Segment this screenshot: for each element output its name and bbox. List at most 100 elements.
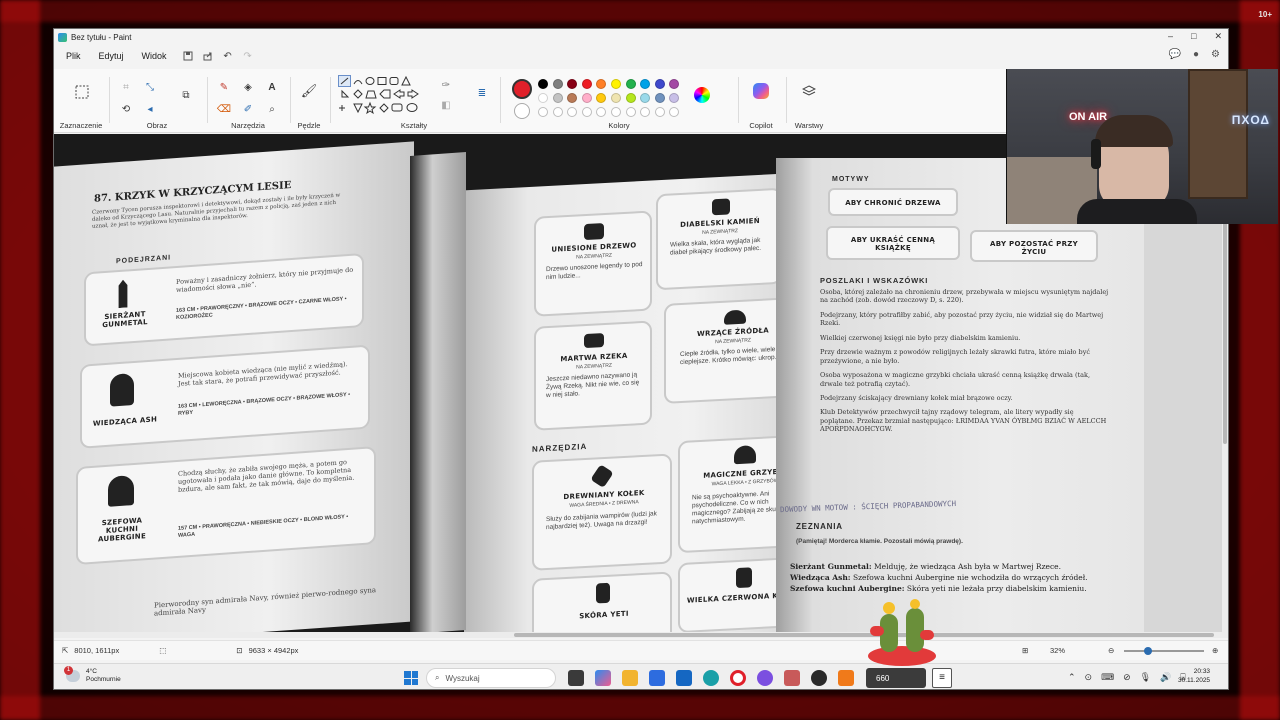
- microphone-icon[interactable]: 🎙: [1140, 672, 1151, 683]
- account-icon[interactable]: ●: [1193, 49, 1199, 60]
- tray-app-icon[interactable]: ⊙: [1085, 672, 1093, 683]
- horizontal-scroll-thumb[interactable]: [514, 633, 1214, 637]
- clue-item: Przy drzewie ważnym z powodów religijnyc…: [820, 348, 1091, 365]
- chevron-up-icon[interactable]: ⌃: [1068, 672, 1076, 683]
- canvas-photo[interactable]: 87. KRZYK W KRZYCZĄCYM LESIE Czerwony Ty…: [54, 134, 1144, 632]
- edge-icon[interactable]: [703, 670, 719, 686]
- color-swatch[interactable]: [625, 107, 636, 117]
- color-swatch[interactable]: [596, 107, 607, 117]
- start-button[interactable]: [404, 671, 418, 685]
- messenger-icon[interactable]: [757, 670, 773, 686]
- text-icon[interactable]: A: [264, 79, 280, 95]
- vertical-scroll-thumb[interactable]: [1223, 194, 1227, 444]
- opera-icon[interactable]: [730, 670, 746, 686]
- resize-icon[interactable]: ⤡: [142, 79, 158, 95]
- search-box[interactable]: ⌕ Wyszukaj: [426, 668, 556, 688]
- color-swatch[interactable]: [596, 79, 607, 89]
- color-swatch[interactable]: [611, 93, 621, 103]
- color-swatch[interactable]: [538, 93, 548, 103]
- color-swatch[interactable]: [567, 93, 578, 103]
- color-swatch[interactable]: [640, 107, 651, 117]
- layers-icon[interactable]: [801, 83, 817, 99]
- save-icon[interactable]: [181, 49, 195, 63]
- color-swatch[interactable]: [581, 79, 592, 89]
- color-swatch[interactable]: [640, 93, 651, 103]
- magnifier-icon[interactable]: ⌕: [264, 101, 280, 117]
- stream-counter-box[interactable]: 660: [866, 668, 926, 688]
- color-swatch[interactable]: [581, 107, 592, 117]
- settings-gear-icon[interactable]: ⚙: [1211, 49, 1220, 60]
- app-icon-dark[interactable]: [811, 670, 827, 686]
- pencil-icon[interactable]: ✎: [216, 79, 232, 95]
- copilot-taskbar-icon[interactable]: [595, 670, 611, 686]
- zoom-slider[interactable]: [1124, 647, 1204, 655]
- tree-icon: [584, 223, 604, 241]
- zoom-slider-knob[interactable]: [1144, 647, 1152, 655]
- color-swatch[interactable]: [552, 79, 563, 89]
- outlook-icon[interactable]: [676, 670, 692, 686]
- fit-to-window-icon[interactable]: ⊞: [1022, 646, 1028, 655]
- maximize-button[interactable]: □: [1191, 31, 1196, 42]
- redo-icon[interactable]: ↷: [241, 49, 255, 63]
- color-swatch[interactable]: [552, 107, 563, 117]
- color-picker-icon[interactable]: ✐: [240, 101, 256, 117]
- shapes-gallery[interactable]: [338, 75, 434, 119]
- copilot-icon[interactable]: [753, 83, 769, 99]
- color-swatch[interactable]: [611, 79, 621, 89]
- zoom-in-icon[interactable]: ⊕: [1212, 646, 1218, 655]
- weather-widget[interactable]: 1 4°C Pochmurnie: [64, 665, 121, 684]
- task-view-icon[interactable]: [568, 670, 584, 686]
- menu-edit[interactable]: Edytuj: [91, 48, 132, 64]
- rotate-icon[interactable]: ⟲: [118, 101, 134, 117]
- color-swatch[interactable]: [611, 107, 621, 117]
- eraser-icon[interactable]: ⌫: [216, 101, 232, 117]
- fill-icon[interactable]: ◈: [240, 79, 256, 95]
- zoom-value[interactable]: 32%: [1050, 646, 1065, 655]
- color-swatch[interactable]: [669, 79, 680, 89]
- primary-color[interactable]: [512, 79, 532, 99]
- shape-fill-icon[interactable]: ◧: [438, 97, 454, 113]
- file-explorer-icon[interactable]: [622, 670, 638, 686]
- menu-view[interactable]: Widok: [134, 48, 175, 64]
- tray-app-icon[interactable]: ⌨: [1101, 672, 1114, 683]
- color-swatch[interactable]: [640, 79, 651, 89]
- color-swatch[interactable]: [669, 93, 680, 103]
- undo-icon[interactable]: ↶: [221, 49, 235, 63]
- color-swatch[interactable]: [654, 79, 665, 89]
- share-icon[interactable]: [201, 49, 215, 63]
- color-swatch[interactable]: [625, 93, 636, 103]
- color-swatch[interactable]: [625, 79, 636, 89]
- tray-app-icon[interactable]: ⊘: [1123, 672, 1131, 683]
- shape-outline-icon[interactable]: ✑: [438, 77, 454, 93]
- color-swatch[interactable]: [669, 107, 680, 117]
- select-rectangle-icon[interactable]: [73, 83, 91, 101]
- zoom-out-icon[interactable]: ⊖: [1108, 646, 1114, 655]
- app-icon-orange[interactable]: [838, 670, 854, 686]
- color-swatch[interactable]: [567, 107, 578, 117]
- color-swatch[interactable]: [581, 93, 592, 103]
- color-swatch[interactable]: [538, 107, 548, 117]
- menu-app-icon[interactable]: ≡: [932, 668, 952, 688]
- flip-icon[interactable]: ◂: [142, 101, 158, 117]
- color-swatch[interactable]: [552, 93, 563, 103]
- horizontal-scrollbar[interactable]: [54, 632, 1228, 638]
- clock[interactable]: 20:33 30.11.2025: [1178, 667, 1210, 685]
- color-swatch[interactable]: [596, 93, 607, 103]
- volume-icon[interactable]: 🔊: [1160, 672, 1171, 683]
- color-swatch[interactable]: [538, 79, 548, 89]
- minimize-button[interactable]: –: [1168, 31, 1173, 42]
- image-select-icon[interactable]: ⧉: [178, 87, 194, 103]
- color-swatch[interactable]: [567, 79, 578, 89]
- feedback-icon[interactable]: 💬: [1169, 49, 1181, 60]
- brush-icon[interactable]: 🖌: [301, 83, 318, 99]
- secondary-color[interactable]: [514, 103, 530, 119]
- shape-size-icon[interactable]: ≣: [474, 85, 490, 101]
- crop-icon[interactable]: ⌗: [118, 79, 134, 95]
- color-swatch[interactable]: [654, 107, 665, 117]
- edit-colors-icon[interactable]: [694, 87, 710, 103]
- color-swatch[interactable]: [654, 93, 665, 103]
- photos-icon[interactable]: [784, 670, 800, 686]
- close-button[interactable]: ✕: [1214, 31, 1222, 42]
- store-icon[interactable]: [649, 670, 665, 686]
- menu-file[interactable]: Plik: [58, 48, 89, 64]
